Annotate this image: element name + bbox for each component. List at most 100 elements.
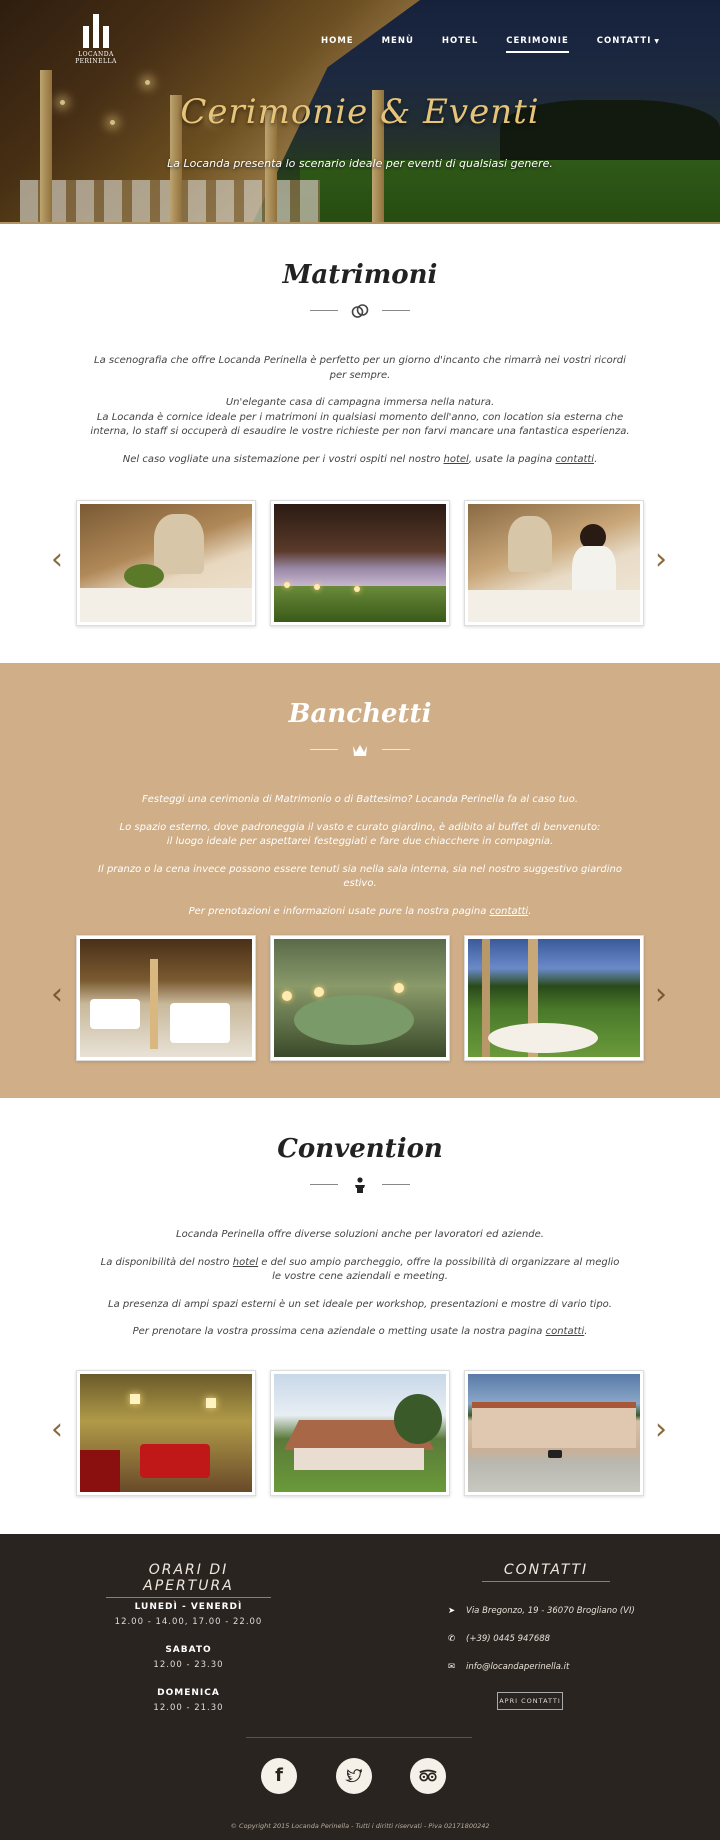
chevron-right-icon[interactable]: › xyxy=(652,979,670,1011)
gallery-image[interactable] xyxy=(76,500,256,626)
section-title: Matrimoni xyxy=(282,260,438,290)
hours-day: LUNEDÌ - VENERDÌ xyxy=(134,1602,243,1612)
nav-menu[interactable]: MENÙ xyxy=(382,36,414,53)
paragraph: Nel caso vogliate una sistemazione per i… xyxy=(90,453,630,468)
nav-hotel[interactable]: HOTEL xyxy=(442,36,478,53)
gallery-image[interactable] xyxy=(270,935,450,1061)
site-logo[interactable]: LOCANDA PERINELLA xyxy=(74,14,118,72)
chevron-right-icon[interactable]: › xyxy=(652,1414,670,1446)
section-divider xyxy=(310,740,410,760)
chevron-left-icon[interactable]: ‹ xyxy=(48,979,66,1011)
chevron-right-icon[interactable]: › xyxy=(652,544,670,576)
paragraph-text: Nel caso vogliate una sistemazione per i… xyxy=(122,453,444,465)
paragraph: La scenografia che offre Locanda Perinel… xyxy=(94,355,626,381)
nav-home[interactable]: HOME xyxy=(321,36,354,53)
open-contacts-button[interactable]: APRI CONTATTI xyxy=(497,1692,563,1710)
image-carousel: ‹ › xyxy=(0,935,720,1061)
gallery-image[interactable] xyxy=(270,1370,450,1496)
section-text: La scenografia che offre Locanda Perinel… xyxy=(90,354,630,480)
paragraph: La disponibilità del nostro hotel e del … xyxy=(90,1256,630,1285)
contact-email[interactable]: ✉ info@locandaperinella.it xyxy=(448,1662,569,1672)
paragraph-text: e del suo ampio parcheggio, offre la pos… xyxy=(258,1256,620,1268)
phone-text: (+39) 0445 947688 xyxy=(466,1634,551,1644)
paragraph-text: . xyxy=(584,1326,588,1337)
phone-icon: ✆ xyxy=(448,1634,456,1644)
page-title: Cerimonie & Eventi xyxy=(180,92,540,132)
contatti-link[interactable]: contatti xyxy=(555,454,594,465)
paragraph-text: Per prenotare la vostra prossima cena az… xyxy=(132,1326,546,1337)
paragraph-text: . xyxy=(594,453,598,465)
gallery-image[interactable] xyxy=(464,935,644,1061)
section-convention: Convention Locanda Perinella offre diver… xyxy=(0,1098,720,1534)
page-subtitle: La Locanda presenta lo scenario ideale p… xyxy=(167,157,553,170)
site-footer: ORARI DI APERTURA LUNEDÌ - VENERDÌ 12.00… xyxy=(0,1534,720,1840)
paragraph-line: La Locanda è cornice ideale per i matrim… xyxy=(90,411,630,438)
hours-block: DOMENICA 12.00 - 21.30 xyxy=(106,1688,271,1713)
section-matrimoni: Matrimoni La scenografia che offre Locan… xyxy=(0,224,720,663)
logo-mark-icon xyxy=(74,14,118,48)
logo-text-line1: LOCANDA xyxy=(78,51,114,58)
hours-time: 12.00 - 23.30 xyxy=(153,1660,224,1670)
hotel-link[interactable]: hotel xyxy=(233,1257,258,1268)
hotel-link[interactable]: hotel xyxy=(444,454,469,465)
hero-banner: LOCANDA PERINELLA HOME MENÙ HOTEL CERIMO… xyxy=(0,0,720,224)
section-text: Festeggi una cerimonia di Matrimonio o d… xyxy=(90,793,630,932)
section-divider xyxy=(310,1175,410,1195)
page: LOCANDA PERINELLA HOME MENÙ HOTEL CERIMO… xyxy=(0,0,720,1840)
image-carousel: ‹ › xyxy=(0,500,720,626)
crown-icon xyxy=(353,745,367,756)
paragraph: Per prenotazioni e informazioni usate pu… xyxy=(90,905,630,920)
paragraph-line: le vostre cene aziendali e meeting. xyxy=(272,1271,448,1282)
rings-icon xyxy=(351,304,369,318)
paragraph: Il pranzo o la cena invece possono esser… xyxy=(98,863,622,890)
tripadvisor-owl-shape xyxy=(419,1769,437,1782)
section-title: Banchetti xyxy=(288,699,432,729)
paragraph-text: Per prenotazioni e informazioni usate pu… xyxy=(188,905,490,917)
twitter-icon[interactable] xyxy=(336,1758,372,1794)
email-text: info@locandaperinella.it xyxy=(466,1662,570,1672)
paragraph: La presenza di ampi spazi esterni è un s… xyxy=(108,1298,612,1310)
section-title: Convention xyxy=(277,1134,443,1164)
gallery-image[interactable] xyxy=(76,935,256,1061)
gallery-image[interactable] xyxy=(270,500,450,626)
facebook-icon[interactable]: f xyxy=(261,1758,297,1794)
tripadvisor-icon[interactable] xyxy=(410,1758,446,1794)
paragraph: Un'elegante casa di campagna immersa nel… xyxy=(90,396,630,440)
hours-time: 12.00 - 14.00, 17.00 - 22.00 xyxy=(114,1617,263,1627)
nav-cerimonie[interactable]: CERIMONIE xyxy=(506,36,569,53)
envelope-icon: ✉ xyxy=(448,1662,456,1672)
contact-address: ➤ Via Bregonzo, 19 - 36070 Brogliano (VI) xyxy=(448,1606,635,1616)
paragraph-line: il luogo ideale per aspettarei festeggia… xyxy=(166,836,554,847)
paragraph: Locanda Perinella offre diverse soluzion… xyxy=(176,1229,544,1240)
nav-contatti[interactable]: CONTATTI ▼ xyxy=(597,36,660,53)
main-nav: HOME MENÙ HOTEL CERIMONIE CONTATTI ▼ xyxy=(321,36,660,53)
gallery-image[interactable] xyxy=(76,1370,256,1496)
nav-contatti-label: CONTATTI xyxy=(596,36,652,46)
logo-text-line2: PERINELLA xyxy=(75,58,117,65)
paragraph: Lo spazio esterno, dove padroneggia il v… xyxy=(90,821,630,850)
hours-block: SABATO 12.00 - 23.30 xyxy=(106,1645,271,1670)
copyright-text: © Copyright 2015 Locanda Perinella - Tut… xyxy=(230,1822,490,1830)
section-divider xyxy=(310,301,410,321)
paragraph-text: . xyxy=(528,905,532,917)
hours-day: DOMENICA xyxy=(157,1688,220,1698)
chevron-left-icon[interactable]: ‹ xyxy=(48,544,66,576)
gallery-image[interactable] xyxy=(464,1370,644,1496)
contatti-link[interactable]: contatti xyxy=(546,1326,585,1337)
hours-block: LUNEDÌ - VENERDÌ 12.00 - 14.00, 17.00 - … xyxy=(106,1602,271,1627)
footer-separator xyxy=(246,1737,472,1738)
hours-time: 12.00 - 21.30 xyxy=(153,1703,224,1713)
paragraph-text: , usate la pagina xyxy=(468,453,556,465)
contact-phone[interactable]: ✆ (+39) 0445 947688 xyxy=(448,1634,550,1644)
chevron-left-icon[interactable]: ‹ xyxy=(48,1414,66,1446)
contatti-link[interactable]: contatti xyxy=(490,906,529,917)
speaker-podium-icon xyxy=(355,1177,365,1193)
image-carousel: ‹ › xyxy=(0,1370,720,1496)
logo-text: LOCANDA PERINELLA xyxy=(74,51,118,65)
paragraph-line: Un'elegante casa di campagna immersa nel… xyxy=(225,397,495,408)
gallery-image[interactable] xyxy=(464,500,644,626)
hours-title: ORARI DI APERTURA xyxy=(106,1562,271,1598)
contacts-title: CONTATTI xyxy=(482,1562,610,1582)
hours-day: SABATO xyxy=(165,1645,212,1655)
paragraph-text: La disponibilità del nostro xyxy=(100,1256,233,1268)
